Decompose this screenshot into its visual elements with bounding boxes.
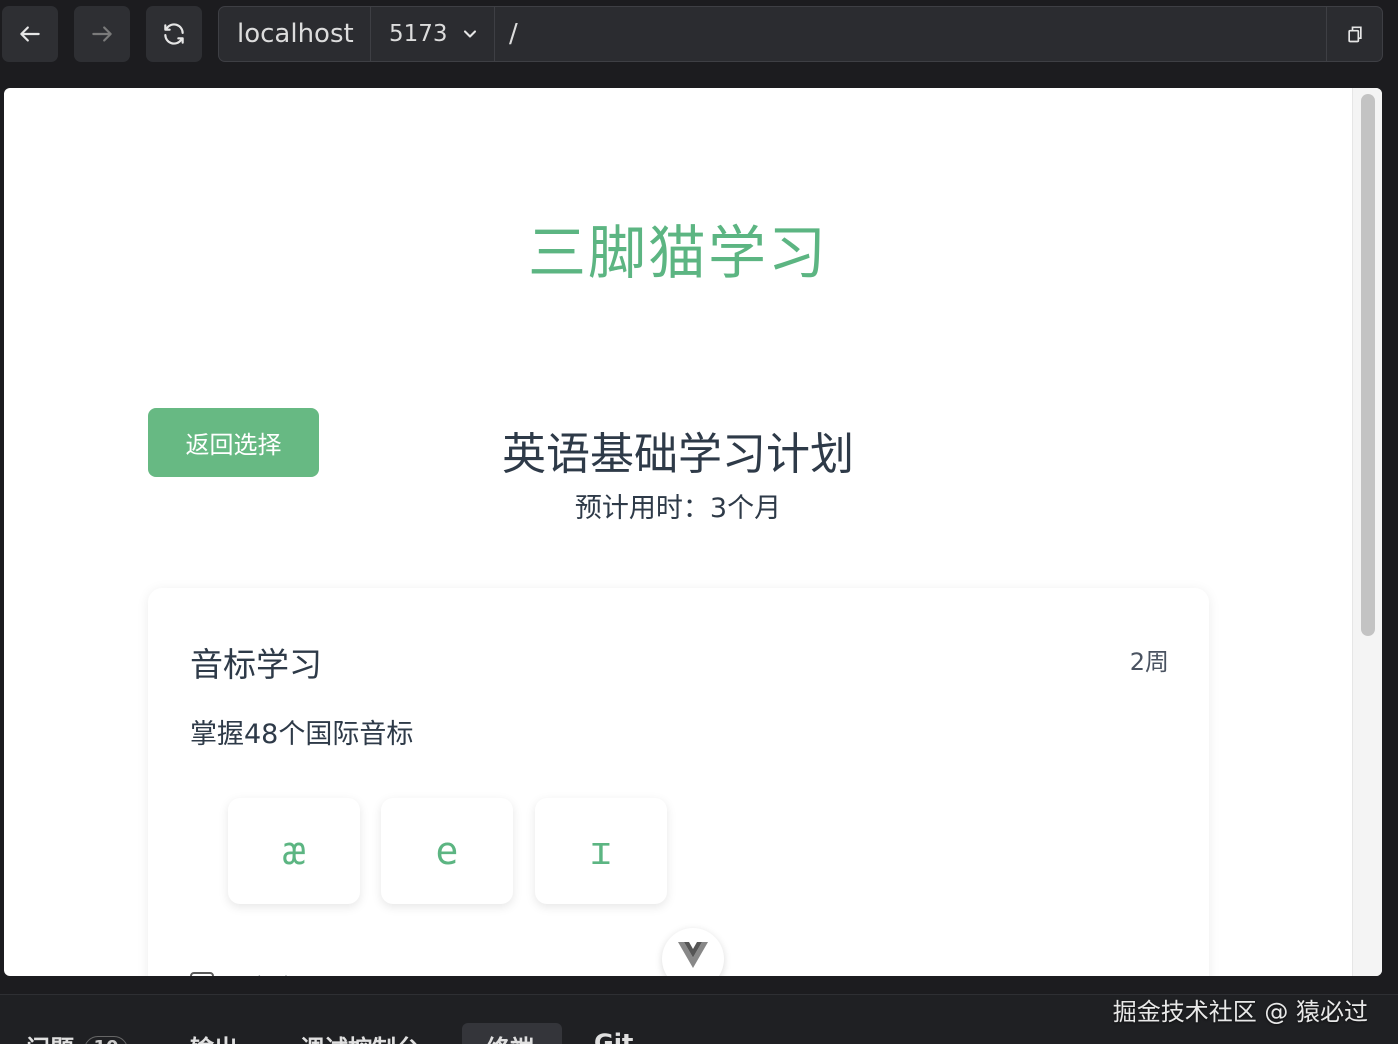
completed-checkbox[interactable] [190,972,214,976]
page-scrollbar[interactable] [1352,88,1382,976]
tab-git[interactable]: Git [594,1029,633,1044]
url-port-value: 5173 [389,21,448,47]
tab-debug-console[interactable]: 调试控制台 [300,1029,420,1044]
app-title: 三脚猫学习 [527,219,828,287]
reload-icon [164,23,184,45]
tab-terminal[interactable]: 终端 [486,1029,534,1044]
url-host[interactable]: localhost [219,7,371,61]
plan-title: 英语基础学习计划 [502,429,854,480]
back-nav-button[interactable] [2,6,58,62]
phonetic-card[interactable]: ɪ [535,798,667,904]
problems-count-badge: 10 [84,1036,128,1044]
chevron-down-icon [463,30,477,38]
scrollbar-thumb[interactable] [1361,94,1375,636]
watermark: 掘金技术社区 @ 猿必过 [1112,998,1368,1026]
lesson-title: 音标学习 [190,645,322,684]
phonetic-card[interactable]: æ [228,798,360,904]
copy-icon [1347,26,1362,43]
tab-problems[interactable]: 问题 10 [26,1029,128,1044]
browser-toolbar: localhost 5173 / [0,0,1398,76]
lesson-card: 音标学习 2周 掌握48个国际音标 æ e ɪ 已完成 [148,588,1209,976]
reload-button[interactable] [146,6,202,62]
plan-duration: 预计用时：3个月 [574,493,782,524]
lesson-weeks: 2周 [1129,648,1169,676]
arrow-left-icon [20,26,40,42]
arrow-right-icon [92,26,112,42]
tab-output[interactable]: 输出 [190,1029,238,1044]
forward-nav-button[interactable] [74,6,130,62]
tab-problems-label: 问题 [26,1035,74,1044]
lesson-description: 掌握48个国际音标 [190,719,414,750]
url-port-select[interactable]: 5173 [371,7,495,61]
completed-label: 已完成 [224,968,296,976]
vue-logo-icon [678,942,708,968]
url-path-input[interactable]: / [509,7,518,61]
copy-url-button[interactable] [1326,7,1382,61]
url-bar[interactable]: localhost 5173 / [218,6,1383,62]
page-viewport: 三脚猫学习 返回选择 英语基础学习计划 预计用时：3个月 音标学习 2周 掌握4… [4,88,1382,976]
phonetic-card[interactable]: e [381,798,513,904]
